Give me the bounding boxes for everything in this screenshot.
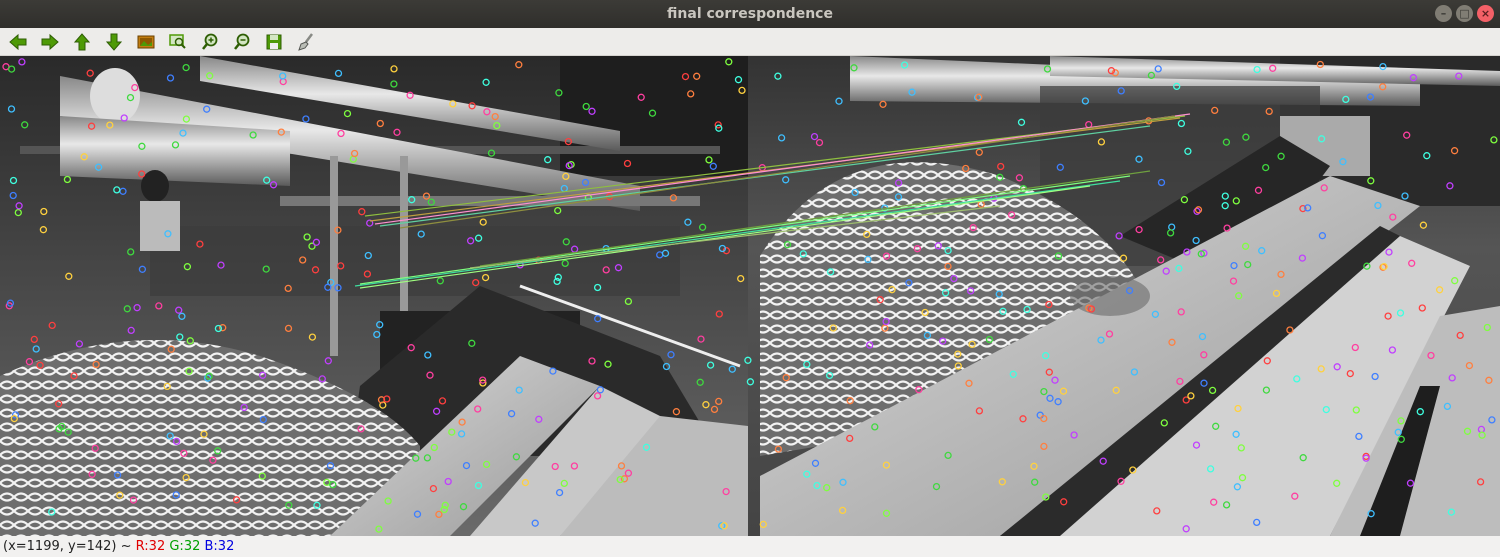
feature-correspondence-image (0, 56, 1500, 536)
maximize-button[interactable]: □ (1456, 5, 1473, 22)
save-icon (266, 34, 282, 49)
save-button[interactable] (262, 30, 286, 54)
blue-value: B:32 (204, 539, 235, 554)
zoom-fit-button[interactable] (134, 30, 158, 54)
image-icon (137, 35, 155, 48)
minimize-icon: – (1440, 7, 1447, 20)
zoom-out-button[interactable] (230, 30, 254, 54)
pan-up-button[interactable] (70, 30, 94, 54)
arrow-down-icon (105, 33, 123, 51)
zoom-rect-icon (169, 33, 186, 49)
zoom-in-icon (202, 33, 218, 50)
arrow-up-icon (73, 32, 91, 50)
window-controls: – □ × (1435, 5, 1494, 22)
zoom-in-button[interactable] (198, 30, 222, 54)
red-value: R:32 (135, 539, 166, 554)
window-title: final correspondence (667, 6, 833, 22)
close-button[interactable]: × (1477, 5, 1494, 22)
arrow-left-icon (9, 33, 27, 50)
properties-button[interactable] (294, 30, 318, 54)
zoom-area-button[interactable] (166, 30, 190, 54)
status-bar: (x=1199, y=142) ~ R:32 G:32 B:32 (0, 536, 1500, 557)
close-icon: × (1480, 7, 1491, 20)
image-canvas[interactable] (0, 56, 1500, 536)
arrow-right-icon (41, 33, 59, 50)
title-bar: final correspondence – □ × (0, 0, 1500, 28)
left-image (0, 56, 748, 536)
pan-left-button[interactable] (6, 30, 30, 54)
green-value: G:32 (169, 539, 201, 554)
minimize-button[interactable]: – (1435, 5, 1452, 22)
zoom-out-icon (234, 33, 250, 50)
brush-icon (298, 32, 313, 51)
maximize-icon: □ (1459, 7, 1470, 20)
pan-down-button[interactable] (102, 30, 126, 54)
cursor-coordinates: (x=1199, y=142) ~ (3, 539, 132, 554)
pan-right-button[interactable] (38, 30, 62, 54)
toolbar (0, 28, 1500, 56)
right-image (748, 56, 1500, 536)
